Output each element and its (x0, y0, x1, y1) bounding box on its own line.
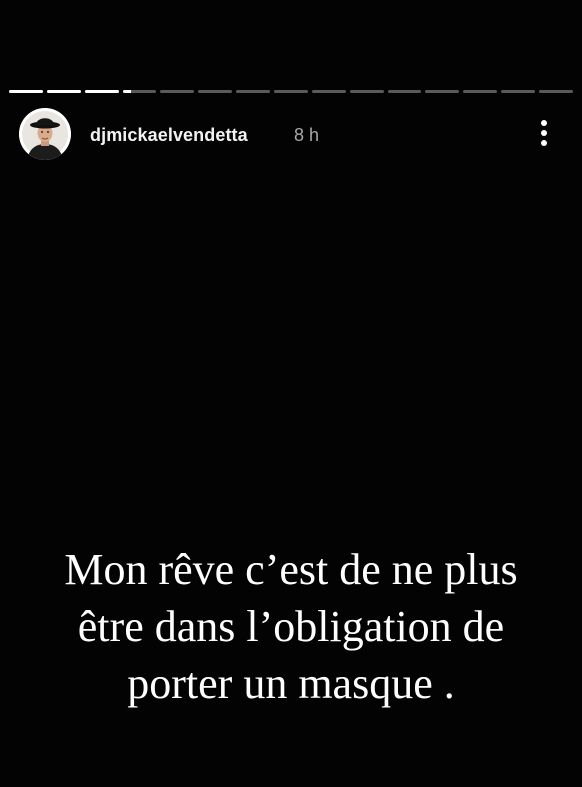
username[interactable]: djmickaelvendetta (90, 125, 248, 146)
avatar[interactable] (19, 108, 71, 160)
progress-segment (122, 90, 157, 93)
progress-fill (122, 90, 132, 93)
progress-segment (501, 90, 536, 93)
progress-segment (236, 90, 271, 93)
progress-fill (84, 90, 119, 93)
progress-segment (160, 90, 195, 93)
progress-segment (9, 90, 43, 93)
more-dot (541, 120, 547, 126)
profile-photo (19, 108, 71, 160)
more-dot (541, 140, 547, 146)
caption-line: être dans l’obligation de (77, 602, 505, 651)
progress-fill (46, 90, 81, 93)
progress-segment (539, 90, 573, 93)
story-header: djmickaelvendetta 8 h (19, 108, 564, 160)
progress-segment (46, 90, 81, 93)
story-caption: Mon rêve c’est de ne plus être dans l’ob… (20, 541, 562, 712)
more-options-icon[interactable] (534, 118, 554, 148)
progress-segment (84, 90, 119, 93)
progress-fill (9, 90, 43, 93)
post-time: 8 h (294, 125, 320, 145)
progress-segment (311, 90, 346, 93)
progress-segment (349, 90, 384, 93)
more-dot (541, 130, 547, 136)
story-viewer[interactable]: djmickaelvendetta 8 h Mon rêve c’est de … (0, 0, 582, 787)
story-progress-bar (9, 90, 573, 93)
caption-line: porter un masque . (127, 659, 455, 708)
progress-segment (425, 90, 460, 93)
progress-segment (387, 90, 422, 93)
progress-segment (198, 90, 233, 93)
caption-line: Mon rêve c’est de ne plus (64, 545, 518, 594)
progress-segment (463, 90, 498, 93)
progress-segment (274, 90, 308, 93)
